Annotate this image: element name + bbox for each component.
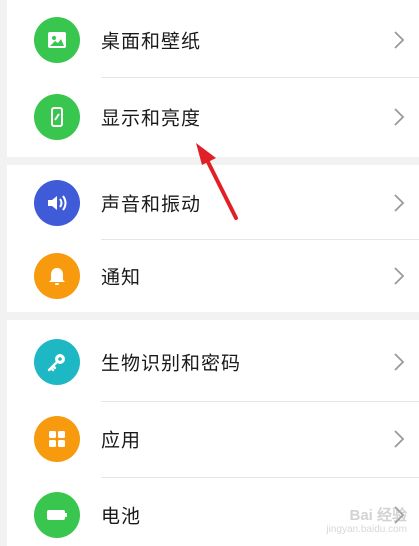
key-icon	[34, 339, 80, 385]
chevron-right-icon	[394, 267, 405, 285]
settings-item-label: 生物识别和密码	[101, 352, 242, 375]
settings-item-sound-vibration[interactable]: 声音和振动	[7, 165, 419, 241]
bell-icon	[34, 253, 80, 299]
settings-item-label: 电池	[101, 505, 142, 528]
settings-item-label: 显示和亮度	[101, 107, 202, 130]
settings-item-biometrics-password[interactable]: 生物识别和密码	[7, 324, 419, 400]
settings-item-notifications[interactable]: 通知	[7, 238, 419, 314]
settings-item-desktop-wallpaper[interactable]: 桌面和壁纸	[7, 2, 419, 78]
settings-item-label: 声音和振动	[101, 193, 202, 216]
watermark-subtext: jingyan.baidu.com	[326, 524, 407, 535]
watermark: Bai 经验 jingyan.baidu.com	[293, 496, 413, 542]
chevron-right-icon	[394, 31, 405, 49]
phone-brightness-icon	[34, 94, 80, 140]
apps-grid-icon	[34, 416, 80, 462]
settings-item-label: 通知	[101, 266, 142, 289]
speaker-icon	[34, 180, 80, 226]
chevron-right-icon	[394, 194, 405, 212]
settings-group-sound: 声音和振动 通知	[7, 165, 419, 312]
chevron-right-icon	[394, 430, 405, 448]
settings-page: 桌面和壁纸 显示和亮度 声音和振动 通知 生物识别和密码 应用 电池 Bai 经…	[0, 0, 419, 546]
settings-item-apps[interactable]: 应用	[7, 401, 419, 477]
settings-item-label: 应用	[101, 429, 142, 452]
settings-group-display: 桌面和壁纸 显示和亮度	[7, 0, 419, 157]
image-icon	[34, 17, 80, 63]
watermark-text: Bai 经验	[349, 507, 407, 524]
settings-item-display-brightness[interactable]: 显示和亮度	[7, 79, 419, 155]
chevron-right-icon	[394, 108, 405, 126]
divider	[101, 77, 419, 78]
chevron-right-icon	[394, 353, 405, 371]
battery-icon	[34, 492, 80, 538]
settings-item-label: 桌面和壁纸	[101, 30, 202, 53]
